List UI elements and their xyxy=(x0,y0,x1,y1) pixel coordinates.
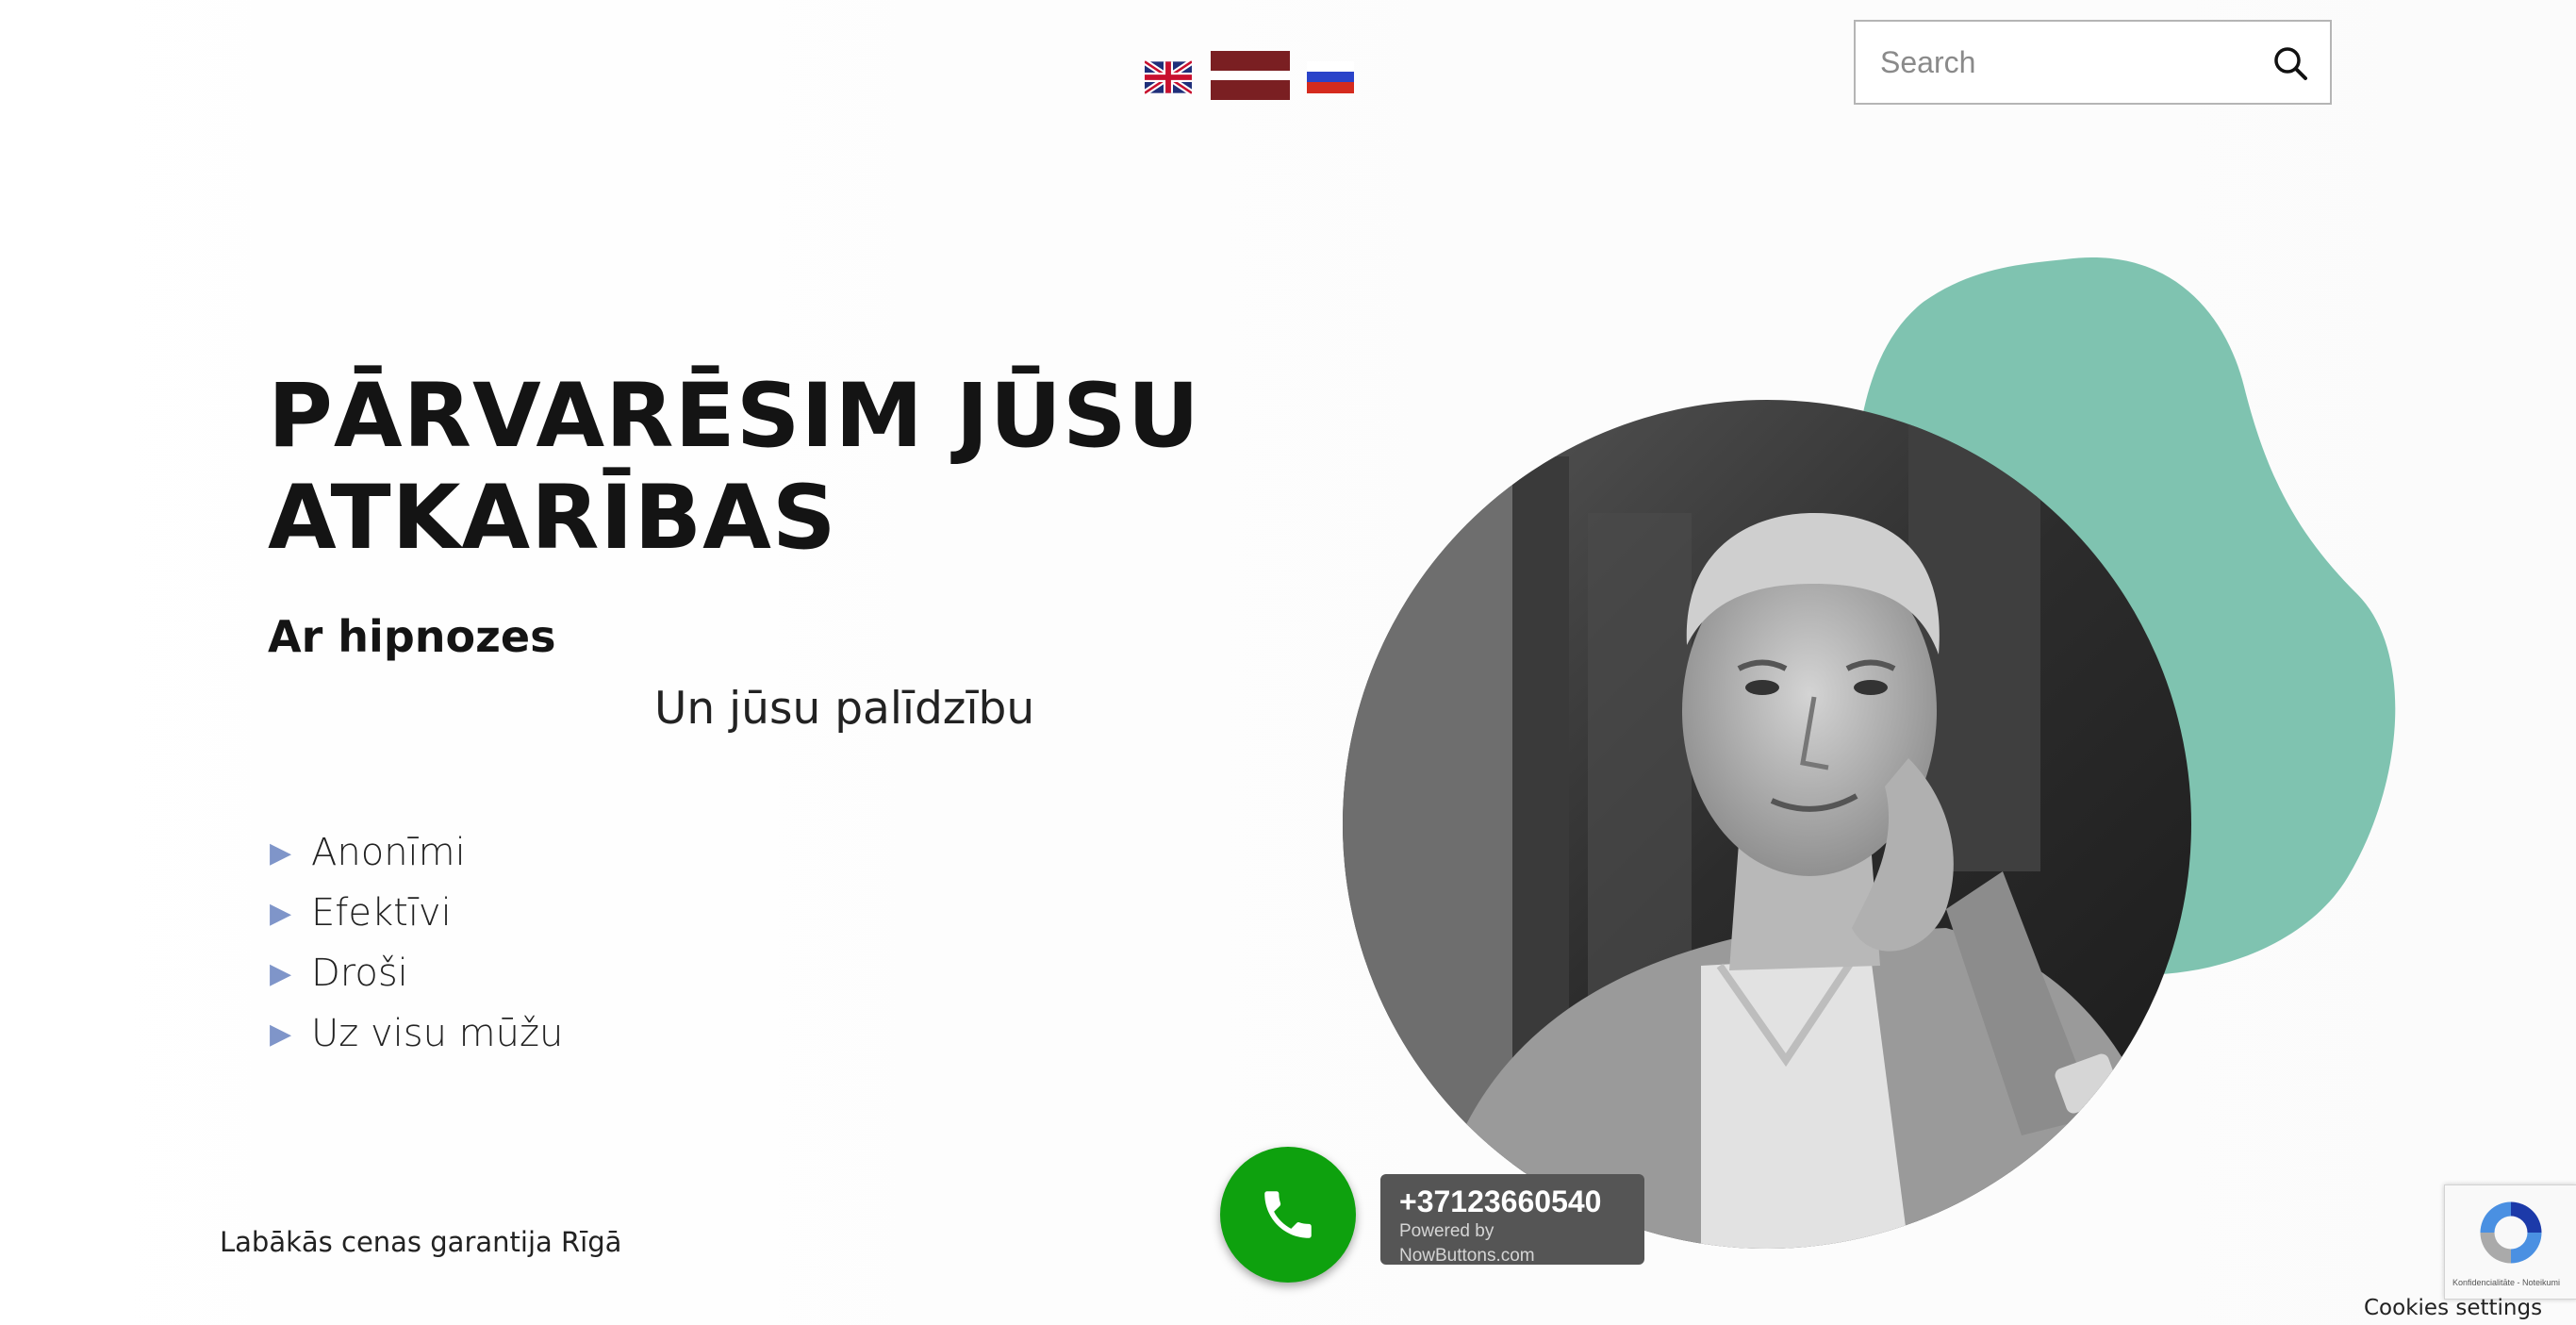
list-item: ▶ Efektīvi xyxy=(270,883,563,943)
call-number-label[interactable]: +37123660540 Powered by NowButtons.com xyxy=(1380,1174,1644,1266)
list-item: ▶ Anonīmi xyxy=(270,822,563,883)
hero-subtitle: Ar hipnozes xyxy=(268,611,556,662)
cookies-settings-link[interactable]: Cookies settings xyxy=(2364,1296,2542,1320)
triangle-bullet-icon: ▶ xyxy=(270,896,292,930)
recaptcha-icon xyxy=(2480,1201,2542,1264)
price-guarantee-text: Labākās cenas garantija Rīgā xyxy=(220,1226,622,1258)
russia-flag-icon[interactable] xyxy=(1307,61,1354,93)
triangle-bullet-icon: ▶ xyxy=(270,956,292,990)
phone-number: +37123660540 xyxy=(1399,1184,1602,1218)
list-item: ▶ Droši xyxy=(270,943,563,1003)
feature-label: Droši xyxy=(311,952,408,995)
feature-label: Uz visu mūžu xyxy=(311,1012,564,1055)
triangle-bullet-icon: ▶ xyxy=(270,836,292,870)
recaptcha-badge[interactable]: Konfidencialitāte - Noteikumi xyxy=(2444,1184,2576,1300)
feature-list: ▶ Anonīmi ▶ Efektīvi ▶ Droši ▶ Uz visu m… xyxy=(270,822,563,1064)
search-icon[interactable] xyxy=(2270,42,2311,84)
latvia-flag-icon[interactable] xyxy=(1211,51,1290,100)
page-title: PĀRVARĒSIM JŪSU ATKARĪBAS xyxy=(268,365,1201,570)
uk-flag-icon[interactable] xyxy=(1143,58,1194,96)
call-button[interactable] xyxy=(1220,1147,1356,1283)
portrait-photo xyxy=(1343,400,2191,1249)
triangle-bullet-icon: ▶ xyxy=(270,1017,292,1051)
feature-label: Efektīvi xyxy=(311,891,452,935)
list-item: ▶ Uz visu mūžu xyxy=(270,1003,563,1064)
hero-tagline: Un jūsu palīdzību xyxy=(654,683,1035,735)
search-input[interactable] xyxy=(1856,24,2259,101)
recaptcha-links[interactable]: Konfidencialitāte - Noteikumi xyxy=(2452,1278,2560,1287)
search-box xyxy=(1854,20,2332,105)
powered-by-text: Powered by NowButtons.com xyxy=(1399,1221,1535,1266)
phone-icon xyxy=(1264,1191,1312,1238)
feature-label: Anonīmi xyxy=(311,831,466,874)
